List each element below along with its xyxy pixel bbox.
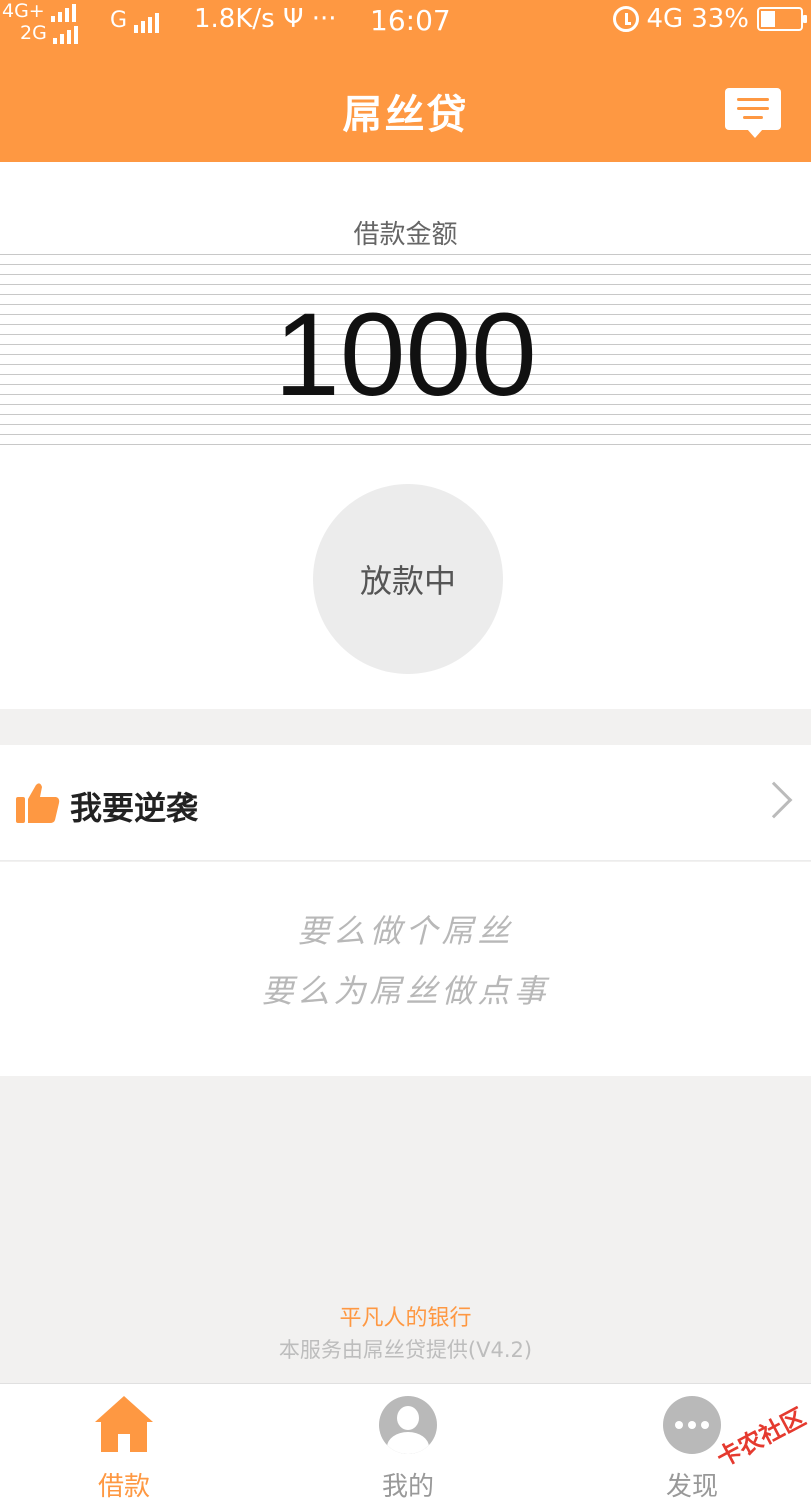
tab-loan-label: 借款 [97,1472,150,1500]
network-4g-label: 4G+ [2,0,45,22]
loan-status-button[interactable]: 放款中 [313,484,503,674]
network-2g-label: 2G [20,22,47,44]
network-4g-right-label: 4G [646,4,684,34]
footer-note: 本服务由屌丝贷提供(V4.2) [278,1338,533,1362]
slogan-box: 要么做个屌丝 要么为屌丝做点事 [0,862,811,1076]
slogan-line-2: 要么为屌丝做点事 [261,972,550,1010]
signal-bars-icon [52,22,81,44]
more-dots-icon: ··· [311,4,337,34]
network-g-label: G [110,8,128,33]
battery-percent: 33% [691,4,749,34]
tab-mine-label: 我的 [381,1472,434,1500]
tab-discover-label: 发现 [665,1472,718,1500]
nixi-label: 我要逆袭 [70,789,199,827]
status-right: 4G 33% [612,4,807,34]
loan-amount-label: 借款金额 [353,220,458,250]
status-time: 16:07 [370,4,451,37]
footer-tagline: 平凡人的银行 [339,1306,472,1331]
alarm-icon [612,6,639,32]
user-icon [379,1396,437,1454]
tab-loan[interactable]: 借款 [44,1384,204,1500]
signal-bars-icon [134,8,162,33]
net-speed-value: 1.8K/s [194,4,275,34]
network-indicator: 4G+ 2G [2,0,81,44]
loan-card: 借款金额 1000 放款中 [0,162,811,709]
page-title: 屌丝贷 [342,92,469,138]
loan-status-label: 放款中 [359,562,456,600]
tab-mine[interactable]: 我的 [328,1384,488,1500]
battery-icon [757,7,807,31]
net-speed: 1.8K/s Ψ ··· [194,4,337,34]
thumbs-up-icon [16,783,60,823]
loan-amount-value: 1000 [274,289,537,421]
top-bar: 4G+ 2G G 1.8K/s Ψ ··· 16:07 4G 33% 屌丝贷 [0,0,811,162]
bottom-tab-bar: 借款 我的 发现 [0,1383,811,1500]
usb-icon: Ψ [282,4,304,34]
home-icon [95,1396,153,1454]
network-g-indicator: G [110,8,162,33]
message-button[interactable] [725,88,781,138]
signal-bars-icon [50,0,79,22]
slogan-line-1: 要么做个屌丝 [297,912,514,950]
chevron-right-icon [755,781,793,819]
nixi-entry[interactable]: 我要逆袭 [0,745,811,861]
status-bar: 4G+ 2G G 1.8K/s Ψ ··· 16:07 4G 33% [0,0,811,44]
